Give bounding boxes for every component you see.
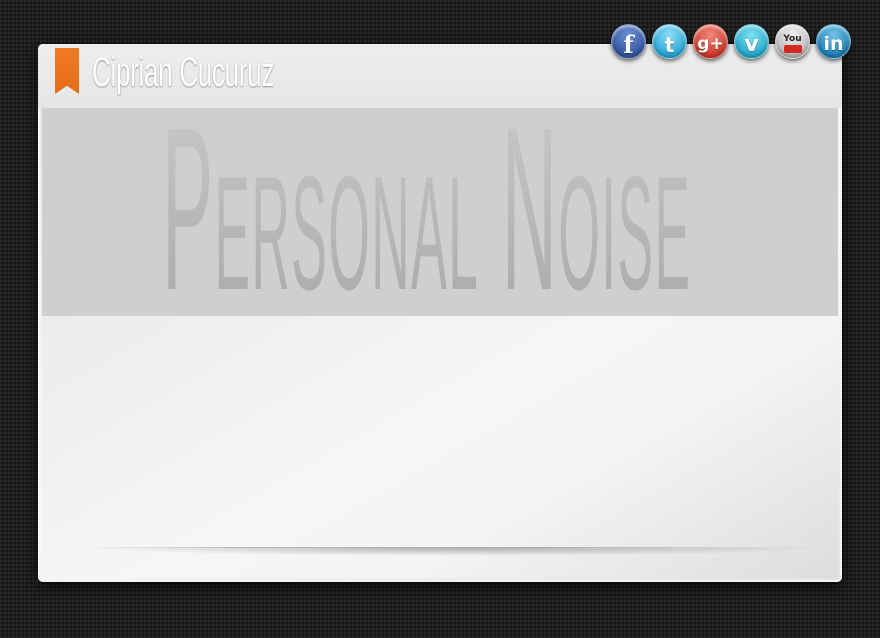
youtube-icon[interactable]: You: [775, 24, 810, 59]
content-area: [42, 316, 838, 578]
youtube-glyph: You: [783, 33, 802, 44]
content-shadow: [92, 548, 828, 556]
linkedin-icon[interactable]: in: [816, 24, 851, 59]
youtube-logo: You: [783, 33, 802, 53]
bookmark-icon: [55, 48, 79, 94]
hero-title: Personal Noise: [162, 108, 691, 316]
twitter-icon[interactable]: t: [652, 24, 687, 59]
linkedin-glyph: in: [823, 33, 844, 55]
facebook-glyph: f: [623, 29, 634, 59]
google-plus-glyph: g+: [697, 34, 724, 54]
vimeo-icon[interactable]: v: [734, 24, 769, 59]
vimeo-glyph: v: [744, 31, 759, 57]
social-links: f t g+ v You in: [611, 24, 851, 59]
youtube-tube-shape: [783, 44, 802, 53]
hero-banner: Personal Noise: [42, 108, 838, 316]
site-name-link[interactable]: Ciprian Cucuruz: [92, 48, 274, 96]
main-card: Ciprian Cucuruz Personal Noise: [38, 44, 842, 582]
google-plus-icon[interactable]: g+: [693, 24, 728, 59]
facebook-icon[interactable]: f: [611, 24, 646, 59]
twitter-glyph: t: [664, 32, 675, 57]
